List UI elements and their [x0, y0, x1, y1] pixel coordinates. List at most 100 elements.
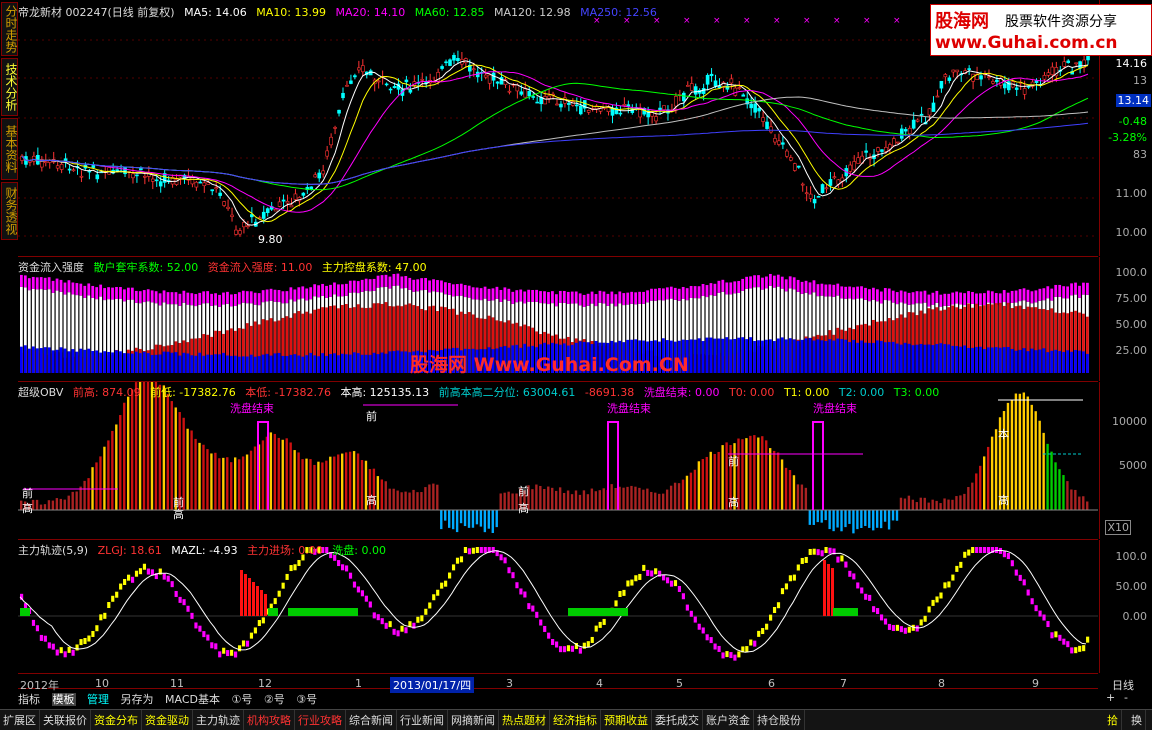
obv-bar [990, 436, 994, 510]
nav-switch[interactable]: 换 [1128, 710, 1146, 730]
inflow-bar-magenta [990, 291, 994, 304]
obv-bar [959, 495, 962, 510]
nav-fund-dist[interactable]: 资金分布 [91, 710, 142, 730]
track-dot [975, 547, 979, 553]
tab-macd[interactable]: MACD基本 [165, 693, 220, 706]
obv-bar [705, 456, 708, 510]
obv-bar [986, 446, 990, 510]
track-dot [650, 570, 654, 577]
tab-no2[interactable]: ②号 [264, 693, 285, 706]
candle-body [226, 206, 230, 209]
obv-high-marker-3: 高 [366, 494, 377, 507]
inflow-bar-magenta [134, 290, 138, 303]
obv-bar-negative [820, 510, 823, 523]
track-dot [222, 647, 226, 654]
track-dot [828, 547, 832, 554]
obv-bar-negative [455, 510, 459, 533]
inflow-bar-blue [1006, 347, 1010, 373]
track-dot [769, 614, 773, 621]
inflow-bar-magenta [923, 290, 927, 303]
candle-body [864, 150, 868, 153]
obv-bar [911, 499, 915, 510]
inflow-bar-blue [975, 346, 978, 373]
nav-expand[interactable]: 扩展区 [0, 710, 40, 730]
track-dot [705, 634, 709, 641]
inflow-bar-blue [245, 356, 249, 373]
nav-industry-news[interactable]: 行业新闻 [397, 710, 448, 730]
inflow-strength: 资金流入强度: 11.00 [207, 261, 313, 274]
main-force-track-chart[interactable] [18, 540, 1098, 673]
nav-expected-return[interactable]: 预期收益 [601, 710, 652, 730]
tab-indicator[interactable]: 指标 [18, 693, 40, 706]
zoom-out-button[interactable]: - [1124, 691, 1128, 704]
obv-bar [352, 451, 356, 510]
inflow-bar-magenta [491, 288, 495, 301]
track-dot [986, 547, 991, 553]
track-axis-0: 0.00 [1122, 610, 1148, 623]
inflow-bar-magenta [812, 280, 816, 293]
nav-main-track[interactable]: 主力轨迹 [193, 710, 244, 730]
nav-general-news[interactable]: 综合新闻 [346, 710, 397, 730]
inflow-bar-magenta [776, 274, 780, 287]
obv-bar [388, 488, 391, 510]
nav-pick[interactable]: 拾 [1104, 710, 1122, 730]
inflow-bar-blue [1034, 350, 1038, 373]
obv-bar [63, 499, 66, 510]
tab-finance[interactable]: 财务透视 [1, 182, 18, 240]
tab-technical[interactable]: 技术分析 [1, 58, 18, 116]
nav-fund-drive[interactable]: 资金驱动 [142, 710, 193, 730]
candle-body [1078, 61, 1082, 69]
inflow-bar-magenta [634, 292, 638, 305]
track-dot [380, 618, 384, 625]
tab-intraday[interactable]: 分时走势 [1, 2, 18, 56]
inflow-bar-blue [214, 354, 217, 373]
inflow-bar-magenta [677, 288, 681, 301]
inflow-bar-magenta [356, 281, 360, 294]
nav-account-fund[interactable]: 账户资金 [703, 710, 754, 730]
inflow-bar-magenta [733, 281, 737, 294]
track-dot [915, 625, 919, 632]
candle-body [899, 128, 904, 139]
inflow-bar-magenta [59, 279, 63, 292]
inflow-bar-blue [895, 343, 899, 373]
tab-no1[interactable]: ①号 [231, 693, 252, 706]
ma60-line [21, 82, 1089, 191]
inflow-bar-magenta [574, 291, 578, 304]
tab-template[interactable]: 模板 [51, 693, 76, 706]
nav-hot-topics[interactable]: 热点题材 [499, 710, 550, 730]
period-label[interactable]: 日线 [1112, 677, 1134, 693]
tab-manage[interactable]: 管理 [87, 693, 109, 706]
inflow-bar-blue [103, 351, 106, 373]
track-dot [67, 646, 71, 653]
track-dot [384, 622, 388, 629]
tab-basic-info[interactable]: 基本资料 [1, 118, 18, 180]
nav-inst-strategy[interactable]: 机构攻略 [244, 710, 295, 730]
inflow-bar-blue [872, 342, 875, 373]
nav-related-quote[interactable]: 关联报价 [40, 710, 91, 730]
inflow-bar-magenta [360, 279, 364, 292]
track-dot [91, 630, 95, 637]
obv-bar [1038, 420, 1041, 510]
track-wash: 洗盘: 0.00 [332, 544, 386, 557]
tab-no3[interactable]: ③号 [296, 693, 317, 706]
main-force-track-pane[interactable] [18, 540, 1098, 674]
track-dot [630, 579, 634, 586]
obv-bar [931, 499, 934, 510]
inflow-bar-blue [400, 351, 404, 373]
inflow-bar-blue [848, 342, 852, 373]
candle-body [527, 91, 532, 97]
obv-bar [281, 439, 284, 510]
zoom-in-button[interactable]: + [1106, 691, 1115, 704]
nav-industry-strategy[interactable]: 行业攻略 [295, 710, 346, 730]
nav-digest-news[interactable]: 网摘新闻 [448, 710, 499, 730]
inflow-bar-magenta [630, 291, 634, 304]
nav-orders[interactable]: 委托成交 [652, 710, 703, 730]
candle-body [1074, 62, 1078, 65]
inflow-bar-magenta [368, 279, 372, 292]
obv-bar-negative [479, 510, 483, 527]
signal-marker: × [713, 16, 721, 26]
nav-economic[interactable]: 经济指标 [550, 710, 601, 730]
tab-save-as[interactable]: 另存为 [121, 693, 154, 706]
nav-positions[interactable]: 持仓股份 [754, 710, 805, 730]
inflow-bar-magenta [479, 288, 483, 301]
